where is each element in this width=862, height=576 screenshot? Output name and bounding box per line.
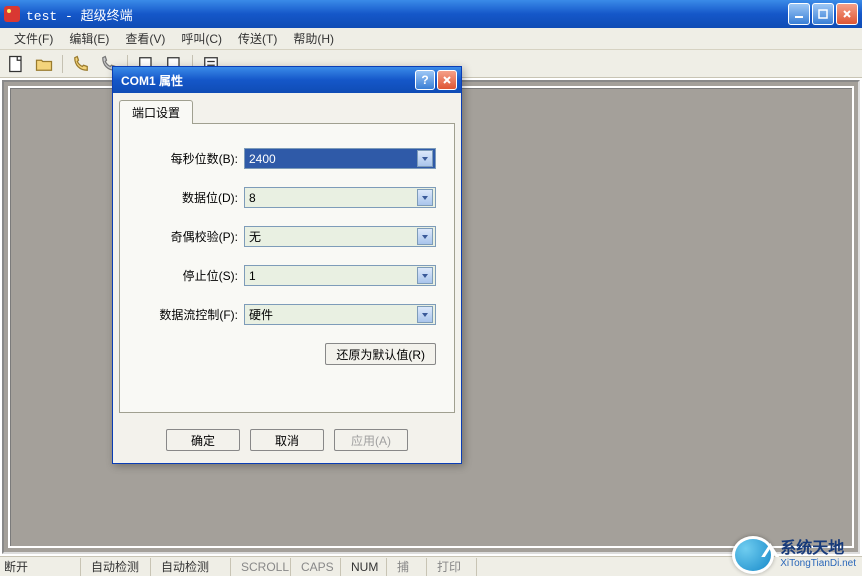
tab-header: 端口设置 <box>119 100 455 124</box>
window-title: test - 超级终端 <box>26 5 788 24</box>
status-scroll: SCROLL <box>230 558 290 576</box>
chevron-down-icon <box>417 306 433 323</box>
label-databits: 数据位(D): <box>138 189 238 206</box>
label-flowcontrol: 数据流控制(F): <box>138 306 238 323</box>
status-detect2: 自动检测 <box>150 558 230 576</box>
apply-button[interactable]: 应用(A) <box>334 429 408 451</box>
status-detect1: 自动检测 <box>80 558 150 576</box>
select-flowcontrol[interactable]: 硬件 <box>244 304 436 325</box>
status-caps: CAPS <box>290 558 340 576</box>
select-databits[interactable]: 8 <box>244 187 436 208</box>
com-properties-dialog: COM1 属性 ? 端口设置 每秒位数(B): 2400 数据位(D): 8 <box>112 66 462 464</box>
chevron-down-icon <box>417 189 433 206</box>
minimize-button[interactable] <box>788 3 810 25</box>
select-databits-value: 8 <box>249 191 417 205</box>
chevron-down-icon <box>417 150 433 167</box>
watermark-icon <box>732 536 774 574</box>
row-flowcontrol: 数据流控制(F): 硬件 <box>138 304 436 325</box>
select-baud-value: 2400 <box>249 152 417 166</box>
row-baud: 每秒位数(B): 2400 <box>138 148 436 169</box>
dialog-help-button[interactable]: ? <box>415 70 435 90</box>
row-databits: 数据位(D): 8 <box>138 187 436 208</box>
watermark-text-block: 系统天地 XiTongTianDi.net <box>780 541 856 569</box>
select-parity-value: 无 <box>249 228 417 245</box>
menu-transfer[interactable]: 传送(T) <box>230 28 285 49</box>
select-baud[interactable]: 2400 <box>244 148 436 169</box>
titlebar: test - 超级终端 <box>0 0 862 28</box>
select-stopbits[interactable]: 1 <box>244 265 436 286</box>
label-parity: 奇偶校验(P): <box>138 228 238 245</box>
label-stopbits: 停止位(S): <box>138 267 238 284</box>
tab-body: 每秒位数(B): 2400 数据位(D): 8 奇偶校验(P): 无 <box>119 123 455 413</box>
status-capture: 捕 <box>386 558 426 576</box>
row-stopbits: 停止位(S): 1 <box>138 265 436 286</box>
restore-defaults-button[interactable]: 还原为默认值(R) <box>325 343 436 365</box>
menu-help[interactable]: 帮助(H) <box>285 28 342 49</box>
row-parity: 奇偶校验(P): 无 <box>138 226 436 247</box>
app-icon <box>4 6 20 22</box>
status-connection: 断开 <box>0 558 80 576</box>
call-icon[interactable] <box>71 54 91 74</box>
cancel-button[interactable]: 取消 <box>250 429 324 451</box>
tab-port-settings[interactable]: 端口设置 <box>119 100 193 124</box>
status-num: NUM <box>340 558 386 576</box>
status-print: 打印 <box>426 558 476 576</box>
dialog-titlebar: COM1 属性 ? <box>113 67 461 93</box>
menu-file[interactable]: 文件(F) <box>6 28 61 49</box>
chevron-down-icon <box>417 228 433 245</box>
menu-edit[interactable]: 编辑(E) <box>61 28 117 49</box>
dialog-title: COM1 属性 <box>117 72 413 89</box>
watermark: 系统天地 XiTongTianDi.net <box>732 536 856 574</box>
toolbar-separator <box>62 55 63 73</box>
maximize-button[interactable] <box>812 3 834 25</box>
menubar: 文件(F) 编辑(E) 查看(V) 呼叫(C) 传送(T) 帮助(H) <box>0 28 862 50</box>
dialog-close-button[interactable] <box>437 70 457 90</box>
watermark-url: XiTongTianDi.net <box>780 558 856 569</box>
open-icon[interactable] <box>34 54 54 74</box>
menu-call[interactable]: 呼叫(C) <box>173 28 230 49</box>
ok-button[interactable]: 确定 <box>166 429 240 451</box>
restore-row: 还原为默认值(R) <box>138 343 436 365</box>
chevron-down-icon <box>417 267 433 284</box>
select-flowcontrol-value: 硬件 <box>249 306 417 323</box>
menu-view[interactable]: 查看(V) <box>117 28 173 49</box>
new-icon[interactable] <box>6 54 26 74</box>
label-baud: 每秒位数(B): <box>138 150 238 167</box>
select-stopbits-value: 1 <box>249 269 417 283</box>
dialog-buttons: 确定 取消 应用(A) <box>113 419 461 463</box>
select-parity[interactable]: 无 <box>244 226 436 247</box>
dialog-tab-area: 端口设置 每秒位数(B): 2400 数据位(D): 8 奇偶校验(P): <box>113 93 461 419</box>
watermark-name: 系统天地 <box>780 541 856 558</box>
close-button[interactable] <box>836 3 858 25</box>
window-controls <box>788 3 858 25</box>
